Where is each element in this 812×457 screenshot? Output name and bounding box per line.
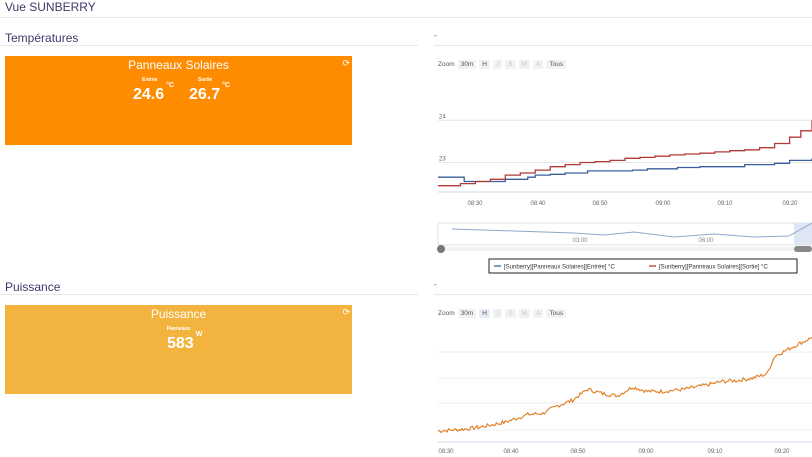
view-title: Vue SUNBERRY bbox=[5, 0, 96, 14]
x-tick-label: 09:10 bbox=[707, 449, 723, 455]
zoom-m-button[interactable]: M bbox=[518, 60, 530, 69]
zoom-h-button[interactable]: H bbox=[479, 60, 490, 69]
zoom-j-button[interactable]: J bbox=[492, 309, 503, 318]
zoom-a-button[interactable]: A bbox=[533, 309, 544, 318]
series-line-entree bbox=[438, 158, 812, 183]
label-panneaux: Panneaux bbox=[166, 326, 191, 332]
temperature-chart: 24 23 08:30 08:40 08:50 09:00 09:10 09:20 03:00 0… bbox=[437, 114, 812, 274]
value-entree: 24.6°C bbox=[133, 81, 174, 103]
x-tick-label: 09:00 bbox=[638, 449, 654, 455]
zoom-tous-button[interactable]: Tous bbox=[546, 309, 567, 318]
zoom-label: Zoom bbox=[438, 61, 455, 68]
x-tick-label: 09:00 bbox=[655, 201, 671, 207]
tile-title: Panneaux Solaires bbox=[128, 58, 229, 72]
x-tick-label: 08:50 bbox=[592, 201, 608, 207]
navigator-selection bbox=[794, 223, 812, 245]
x-tick-label: 08:40 bbox=[503, 449, 519, 455]
refresh-icon[interactable]: ⟳ bbox=[342, 58, 350, 69]
navigator-label: 03:00 bbox=[572, 238, 588, 244]
y-tick-label: 23 bbox=[439, 156, 446, 162]
section-title-puissance: Puissance bbox=[5, 280, 61, 294]
zoom-h-button[interactable]: H bbox=[479, 309, 490, 318]
navigator-frame bbox=[437, 222, 812, 246]
chart-divider-temperatures bbox=[434, 45, 812, 46]
tile-panneaux-solaires: Panneaux Solaires ⟳ Entrée Sortie 24.6°C… bbox=[5, 56, 352, 145]
x-tick-label: 09:10 bbox=[717, 201, 733, 207]
x-tick-label: 08:30 bbox=[467, 201, 483, 207]
tile-puissance: Puissance ⟳ Panneaux 583W bbox=[5, 305, 352, 394]
value-puissance: 583W bbox=[167, 330, 203, 352]
navigator-label: 06:00 bbox=[698, 238, 714, 244]
refresh-icon[interactable]: ⟳ bbox=[342, 307, 350, 318]
section-title-temperatures: Températures bbox=[5, 31, 79, 45]
navigator-scrollbar-thumb bbox=[794, 246, 812, 252]
section-divider-puissance bbox=[0, 294, 418, 295]
zoom-j-button[interactable]: J bbox=[492, 60, 503, 69]
y-tick-label: 24 bbox=[439, 114, 446, 120]
x-tick-label: 09:20 bbox=[782, 201, 798, 207]
zoom-30m-button[interactable]: 30m bbox=[457, 60, 477, 69]
zoom-a-button[interactable]: A bbox=[533, 60, 544, 69]
zoom-m-button[interactable]: M bbox=[518, 309, 530, 318]
x-tick-label: 08:40 bbox=[530, 201, 546, 207]
series-line-sortie bbox=[438, 120, 812, 187]
legend-label-sortie: [Sunberry][Panneaux Solaires][Sortie] °C bbox=[659, 265, 768, 271]
power-chart: 08:30 08:40 08:50 09:00 09:10 09:20 bbox=[437, 337, 812, 455]
zoom-label: Zoom bbox=[438, 310, 455, 317]
label-sortie: Sortie bbox=[198, 77, 213, 83]
legend-label-entree: [Sunberry][Panneaux Solaires][Entrée] °C bbox=[504, 265, 615, 271]
x-tick-label: 08:30 bbox=[438, 449, 454, 455]
zoom-tous-button[interactable]: Tous bbox=[546, 60, 567, 69]
chart-divider-puissance bbox=[434, 294, 812, 295]
chart-title-puissance: - bbox=[434, 280, 437, 289]
zoom-s-button[interactable]: S bbox=[505, 60, 516, 69]
navigator-handle-left bbox=[437, 245, 445, 253]
x-tick-label: 09:20 bbox=[774, 449, 790, 455]
section-divider-temperatures bbox=[0, 45, 418, 46]
label-entree: Entrée bbox=[142, 77, 158, 83]
header-divider bbox=[0, 17, 812, 18]
chart-title-temperatures: - bbox=[434, 31, 437, 40]
tile-title: Puissance bbox=[150, 307, 207, 321]
zoom-bar-puissance: Zoom 30m H J S M A Tous bbox=[438, 309, 569, 318]
zoom-30m-button[interactable]: 30m bbox=[457, 309, 477, 318]
x-tick-label: 08:50 bbox=[570, 449, 586, 455]
navigator-scrollbar-track bbox=[438, 247, 812, 251]
zoom-bar-temperatures: Zoom 30m H J S M A Tous bbox=[438, 60, 569, 69]
value-sortie: 26.7°C bbox=[189, 81, 230, 103]
zoom-s-button[interactable]: S bbox=[505, 309, 516, 318]
